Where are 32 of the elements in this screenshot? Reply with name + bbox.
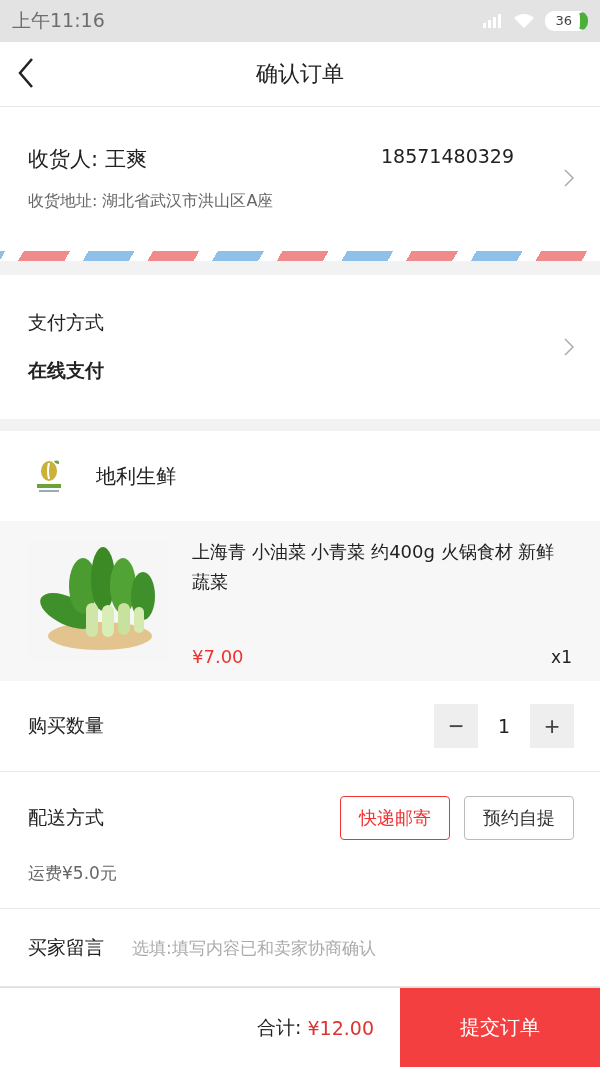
product-card[interactable]: 上海青 小油菜 小青菜 约400g 火锅食材 新鲜蔬菜 ¥7.00 x1 [0, 521, 600, 681]
product-quantity: x1 [551, 647, 572, 667]
chevron-right-icon [564, 169, 574, 187]
total-amount: ¥12.00 [307, 1016, 374, 1039]
decrease-button[interactable]: − [434, 704, 478, 748]
submit-button[interactable]: 提交订单 [400, 988, 600, 1067]
delivery-option[interactable]: 快递邮寄 [340, 795, 450, 840]
total-label: 合计: [257, 1014, 302, 1040]
delivery-option[interactable]: 预约自提 [464, 795, 574, 840]
product-title: 上海青 小油菜 小青菜 约400g 火锅食材 新鲜蔬菜 [192, 540, 556, 594]
payment-label: 支付方式 [28, 310, 105, 335]
product-price: ¥7.00 [192, 646, 244, 667]
quantity-label: 购买数量 [28, 713, 104, 738]
quantity-value: 1 [496, 715, 512, 737]
payment-method: 在线支付 [28, 358, 105, 383]
message-label: 买家留言 [28, 934, 104, 960]
status-time: 上午11:16 [12, 8, 105, 33]
address-card[interactable]: 收货人: 王爽 18571480329 收货地址: 湖北省武汉市洪山区A座 [0, 107, 600, 251]
payment-card[interactable]: 支付方式 在线支付 [0, 275, 600, 419]
increase-button[interactable]: + [530, 704, 574, 748]
signal-icon [481, 13, 504, 29]
receiver-phone: 18571480329 [381, 144, 514, 169]
page-title: 确认订单 [256, 60, 344, 88]
chevron-right-icon [564, 338, 574, 356]
shipping-fee: 运费¥5.0元 [28, 861, 118, 885]
shop-logo-icon [34, 459, 64, 493]
receiver-name: 收货人: 王爽 [28, 145, 147, 173]
shop-name: 地利生鲜 [96, 462, 176, 490]
battery-indicator: 36 [545, 11, 588, 31]
delivery-label: 配送方式 [28, 804, 104, 830]
delivery-address: 收货地址: 湖北省武汉市洪山区A座 [28, 190, 275, 212]
wifi-icon [513, 13, 536, 29]
